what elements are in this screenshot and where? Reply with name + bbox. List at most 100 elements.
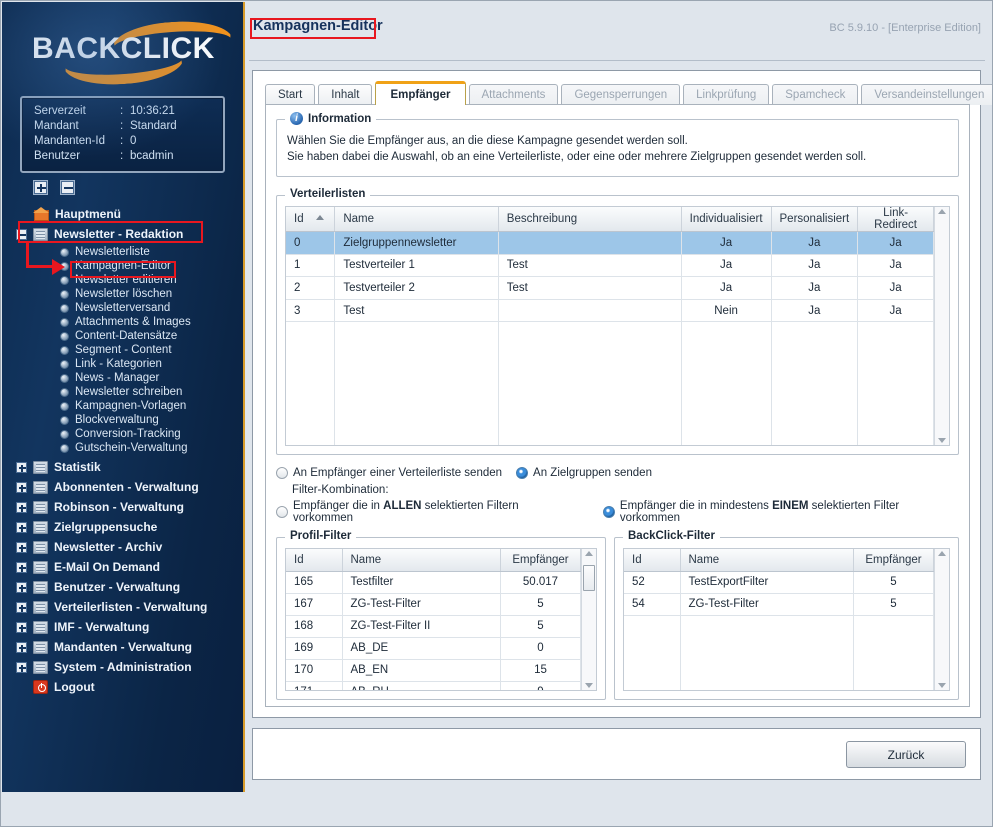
column-header-name[interactable]: Name xyxy=(342,549,501,572)
collapse-icon[interactable] xyxy=(16,228,27,240)
tab-empf-nger[interactable]: Empfänger xyxy=(375,81,466,105)
sidebar-subitem-newsletterliste[interactable]: Newsletterliste xyxy=(2,245,243,259)
scroll-up-icon[interactable] xyxy=(938,209,946,214)
scroll-up-icon[interactable] xyxy=(938,551,946,556)
expand-icon[interactable] xyxy=(16,561,27,573)
sidebar-subitem-blockverwaltung[interactable]: Blockverwaltung xyxy=(2,413,243,427)
radio-label-filter-einem[interactable]: Empfänger die in mindestens EINEM selekt… xyxy=(620,500,959,524)
radio-option-filter-allen[interactable]: Empfänger die in ALLEN selektierten Filt… xyxy=(276,500,579,524)
radio-zielgruppen[interactable] xyxy=(516,467,529,479)
back-button[interactable]: Zurück xyxy=(846,741,966,768)
title-divider xyxy=(249,60,985,61)
sidebar-subitem-segment-content[interactable]: Segment - Content xyxy=(2,343,243,357)
column-header-id[interactable]: Id xyxy=(286,549,343,572)
tab-inhalt[interactable]: Inhalt xyxy=(318,84,373,105)
sidebar-item-logout[interactable]: Logout xyxy=(2,677,243,697)
radio-option-filter-einem[interactable]: Empfänger die in mindestens EINEM selekt… xyxy=(602,500,959,524)
column-header-name[interactable]: Name xyxy=(680,549,854,572)
cell-name: AB_EN xyxy=(342,659,501,682)
table-row[interactable]: 170 AB_EN 15 xyxy=(286,659,581,682)
cell-id: 167 xyxy=(286,593,343,616)
radio-label-filter-allen[interactable]: Empfänger die in ALLEN selektierten Filt… xyxy=(293,500,579,524)
expand-icon[interactable] xyxy=(16,521,27,533)
sidebar-item-e-mail-on-demand[interactable]: E-Mail On Demand xyxy=(2,557,243,577)
verteilerlisten-scrollbar[interactable] xyxy=(934,207,949,445)
scroll-down-icon[interactable] xyxy=(938,438,946,443)
sidebar-item-zielgruppensuche[interactable]: Zielgruppensuche xyxy=(2,517,243,537)
information-legend: i Information xyxy=(285,112,377,125)
sidebar-item-robinson-verwaltung[interactable]: Robinson - Verwaltung xyxy=(2,497,243,517)
profil-filter-scrollbar[interactable] xyxy=(581,549,596,690)
sidebar-subitem-kampagnen-editor[interactable]: Kampagnen-Editor xyxy=(2,259,243,273)
sidebar-item-benutzer-verwaltung[interactable]: Benutzer - Verwaltung xyxy=(2,577,243,597)
radio-filter-einem[interactable] xyxy=(602,506,615,518)
table-row[interactable]: 3 Test Nein Ja Ja xyxy=(286,299,934,323)
sidebar-subitem-newsletterversand[interactable]: Newsletterversand xyxy=(2,301,243,315)
column-header-id[interactable]: Id xyxy=(624,549,681,572)
table-row[interactable]: 169 AB_DE 0 xyxy=(286,637,581,660)
column-header-id[interactable]: Id xyxy=(286,207,336,232)
sidebar-subitem-gutschein-verwaltung[interactable]: Gutschein-Verwaltung xyxy=(2,441,243,455)
tab-start[interactable]: Start xyxy=(265,84,316,105)
table-row[interactable]: 165 Testfilter 50.017 xyxy=(286,571,581,594)
table-row[interactable]: 52 TestExportFilter 5 xyxy=(624,571,934,594)
expand-icon[interactable] xyxy=(16,481,27,493)
column-header-individualisiert[interactable]: Individualisiert xyxy=(681,207,772,232)
sidebar-subitem-conversion-tracking[interactable]: Conversion-Tracking xyxy=(2,427,243,441)
scroll-down-icon[interactable] xyxy=(585,683,593,688)
expand-all-button[interactable] xyxy=(34,181,47,194)
sidebar-subitem-newsletter-editieren[interactable]: Newsletter editieren xyxy=(2,273,243,287)
radio-label-verteilerliste[interactable]: An Empfänger einer Verteilerliste senden xyxy=(293,467,502,479)
expand-icon[interactable] xyxy=(16,501,27,513)
expand-icon[interactable] xyxy=(16,621,27,633)
expand-icon[interactable] xyxy=(16,601,27,613)
sidebar-subitem-content-datens-tze[interactable]: Content-Datensätze xyxy=(2,329,243,343)
radio-option-zielgruppen[interactable]: An Zielgruppen senden xyxy=(516,467,652,479)
expand-icon[interactable] xyxy=(16,581,27,593)
sidebar-subitem-kampagnen-vorlagen[interactable]: Kampagnen-Vorlagen xyxy=(2,399,243,413)
radio-filter-allen[interactable] xyxy=(276,506,288,518)
table-row[interactable]: 1 Testverteiler 1 Test Ja Ja Ja xyxy=(286,254,934,278)
column-header-personalisiert[interactable]: Personalisiert xyxy=(771,207,859,232)
collapse-all-button[interactable] xyxy=(61,181,74,194)
column-header-name[interactable]: Name xyxy=(334,207,499,232)
scroll-up-icon[interactable] xyxy=(585,551,593,556)
sidebar-item-mandanten-verwaltung[interactable]: Mandanten - Verwaltung xyxy=(2,637,243,657)
expand-icon[interactable] xyxy=(16,541,27,553)
column-header-empfaenger[interactable]: Empfänger xyxy=(500,549,581,572)
expand-icon[interactable] xyxy=(16,661,27,673)
sidebar-item-newsletter-redaktion[interactable]: Newsletter - Redaktion xyxy=(2,224,243,244)
table-row[interactable]: 2 Testverteiler 2 Test Ja Ja Ja xyxy=(286,276,934,300)
radio-verteilerliste[interactable] xyxy=(276,467,288,479)
sidebar-item-abonnenten-verwaltung[interactable]: Abonnenten - Verwaltung xyxy=(2,477,243,497)
table-row[interactable]: 54 ZG-Test-Filter 5 xyxy=(624,593,934,616)
table-row[interactable]: 171AB_RU9 xyxy=(286,681,581,690)
sidebar-subitem-newsletter-schreiben[interactable]: Newsletter schreiben xyxy=(2,385,243,399)
scroll-thumb[interactable] xyxy=(583,565,595,591)
backclick-filter-scrollbar[interactable] xyxy=(934,549,949,690)
sidebar-subitem-link-kategorien[interactable]: Link - Kategorien xyxy=(2,357,243,371)
cell-id: 171 xyxy=(286,681,343,690)
sidebar-item-hauptmen[interactable]: Hauptmenü xyxy=(2,204,243,224)
sidebar-item-statistik[interactable]: Statistik xyxy=(2,457,243,477)
bullet-icon xyxy=(60,275,69,285)
sidebar-subitem-attachments-images[interactable]: Attachments & Images xyxy=(2,315,243,329)
radio-label-zielgruppen[interactable]: An Zielgruppen senden xyxy=(533,467,652,479)
sidebar-item-verteilerlisten-verwaltung[interactable]: Verteilerlisten - Verwaltung xyxy=(2,597,243,617)
expand-icon[interactable] xyxy=(16,641,27,653)
table-row[interactable]: 167 ZG-Test-Filter 5 xyxy=(286,593,581,616)
column-header-empfaenger[interactable]: Empfänger xyxy=(853,549,934,572)
table-row[interactable]: 168 ZG-Test-Filter II 5 xyxy=(286,615,581,638)
sidebar-item-newsletter-archiv[interactable]: Newsletter - Archiv xyxy=(2,537,243,557)
sidebar-subitem-label: Newsletter löschen xyxy=(75,288,173,300)
radio-option-verteilerliste[interactable]: An Empfänger einer Verteilerliste senden xyxy=(276,467,502,479)
column-header-link-redirect[interactable]: Link-Redirect xyxy=(857,207,934,232)
sidebar-subitem-newsletter-l-schen[interactable]: Newsletter löschen xyxy=(2,287,243,301)
scroll-down-icon[interactable] xyxy=(938,683,946,688)
expand-icon[interactable] xyxy=(16,461,27,473)
sidebar-subitem-news-manager[interactable]: News - Manager xyxy=(2,371,243,385)
sidebar-item-system-administration[interactable]: System - Administration xyxy=(2,657,243,677)
sidebar-item-imf-verwaltung[interactable]: IMF - Verwaltung xyxy=(2,617,243,637)
column-header-beschreibung[interactable]: Beschreibung xyxy=(498,207,682,232)
table-row[interactable]: 0 Zielgruppennewsletter Ja Ja Ja xyxy=(286,231,934,255)
